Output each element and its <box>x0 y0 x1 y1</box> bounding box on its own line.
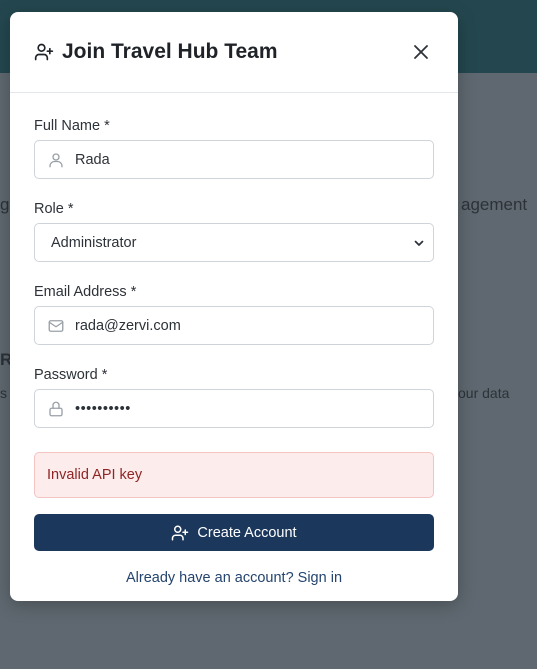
background-text-fragment: g <box>0 195 10 214</box>
background-text-fragment: agement <box>461 195 528 214</box>
password-input[interactable] <box>75 400 421 417</box>
full-name-label: Full Name * <box>34 118 110 134</box>
background-text-fragment: our data <box>458 385 510 401</box>
chevron-down-icon <box>413 237 425 249</box>
background-text-fragment: s <box>0 385 7 401</box>
signin-link[interactable]: Already have an account? Sign in <box>126 570 342 586</box>
user-icon <box>47 151 65 169</box>
signin-row: Already have an account? Sign in <box>34 570 434 586</box>
email-label: Email Address * <box>34 284 137 300</box>
modal-body: Full Name * Role * Administrator Email A… <box>10 118 458 586</box>
modal-title: Join Travel Hub Team <box>62 40 278 63</box>
role-select[interactable]: Administrator <box>34 223 434 262</box>
email-input[interactable] <box>75 317 421 334</box>
role-select-value: Administrator <box>51 234 137 251</box>
close-icon <box>412 43 430 61</box>
close-button[interactable] <box>410 41 432 63</box>
password-field[interactable] <box>34 389 434 428</box>
error-alert: Invalid API key <box>34 452 434 498</box>
full-name-field[interactable] <box>34 140 434 179</box>
email-field[interactable] <box>34 306 434 345</box>
role-label: Role * <box>34 201 74 217</box>
create-account-label: Create Account <box>197 524 297 541</box>
mail-icon <box>47 317 65 335</box>
modal-header: Join Travel Hub Team <box>10 12 458 93</box>
password-label: Password * <box>34 367 108 383</box>
create-account-button[interactable]: Create Account <box>34 514 434 551</box>
full-name-input[interactable] <box>75 151 421 168</box>
user-plus-icon <box>171 524 189 542</box>
lock-icon <box>47 400 65 418</box>
user-plus-icon <box>34 42 54 62</box>
join-team-modal: Join Travel Hub Team Full Name * Role * <box>10 12 458 601</box>
